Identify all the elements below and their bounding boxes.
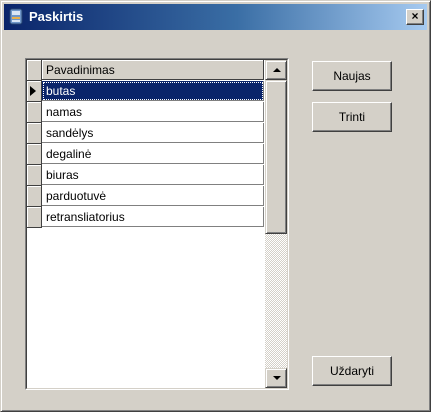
row-indicator[interactable]	[27, 144, 42, 165]
grid-header-row: Pavadinimas	[27, 60, 264, 81]
row-cell[interactable]: namas	[42, 102, 264, 122]
close-icon: ×	[411, 9, 419, 23]
scroll-thumb[interactable]	[265, 80, 287, 234]
row-cell[interactable]: degalinė	[42, 144, 264, 164]
window-title: Paskirtis	[29, 9, 84, 24]
new-button[interactable]: Naujas	[312, 61, 392, 91]
table-row[interactable]: parduotuvė	[27, 186, 264, 207]
row-cell[interactable]: biuras	[42, 165, 264, 185]
current-row-arrow-icon	[30, 86, 36, 96]
grid-body: Pavadinimas butas namas sandėlys degalin…	[26, 59, 288, 389]
header-indicator-cell	[27, 60, 42, 81]
table-row[interactable]: namas	[27, 102, 264, 123]
table-row[interactable]: butas	[27, 81, 264, 102]
arrow-down-icon	[273, 376, 281, 380]
row-indicator[interactable]	[27, 165, 42, 186]
data-grid[interactable]: Pavadinimas butas namas sandėlys degalin…	[25, 58, 289, 390]
table-row[interactable]: biuras	[27, 165, 264, 186]
delete-button[interactable]: Trinti	[312, 102, 392, 132]
close-window-button[interactable]: ×	[406, 9, 424, 25]
row-indicator[interactable]	[27, 186, 42, 207]
row-indicator[interactable]	[27, 102, 42, 123]
table-row[interactable]: sandėlys	[27, 123, 264, 144]
title-bar[interactable]: Paskirtis ×	[4, 4, 427, 30]
row-cell[interactable]: butas	[42, 81, 264, 101]
column-header-pavadinimas[interactable]: Pavadinimas	[42, 60, 264, 80]
row-indicator[interactable]	[27, 123, 42, 144]
arrow-up-icon	[273, 68, 281, 72]
scroll-down-button[interactable]	[265, 368, 287, 388]
vertical-scrollbar[interactable]	[265, 60, 287, 388]
close-button[interactable]: Uždaryti	[312, 356, 392, 386]
row-cell[interactable]: retransliatorius	[42, 207, 264, 227]
row-indicator[interactable]	[27, 207, 42, 228]
row-cell[interactable]: parduotuvė	[42, 186, 264, 206]
table-row[interactable]: retransliatorius	[27, 207, 264, 228]
dialog-window: Paskirtis × Pavadinimas butas namas sand…	[0, 0, 431, 412]
app-icon	[9, 8, 23, 25]
scroll-up-button[interactable]	[265, 60, 287, 80]
table-row[interactable]: degalinė	[27, 144, 264, 165]
row-indicator[interactable]	[27, 81, 42, 102]
row-cell[interactable]: sandėlys	[42, 123, 264, 143]
